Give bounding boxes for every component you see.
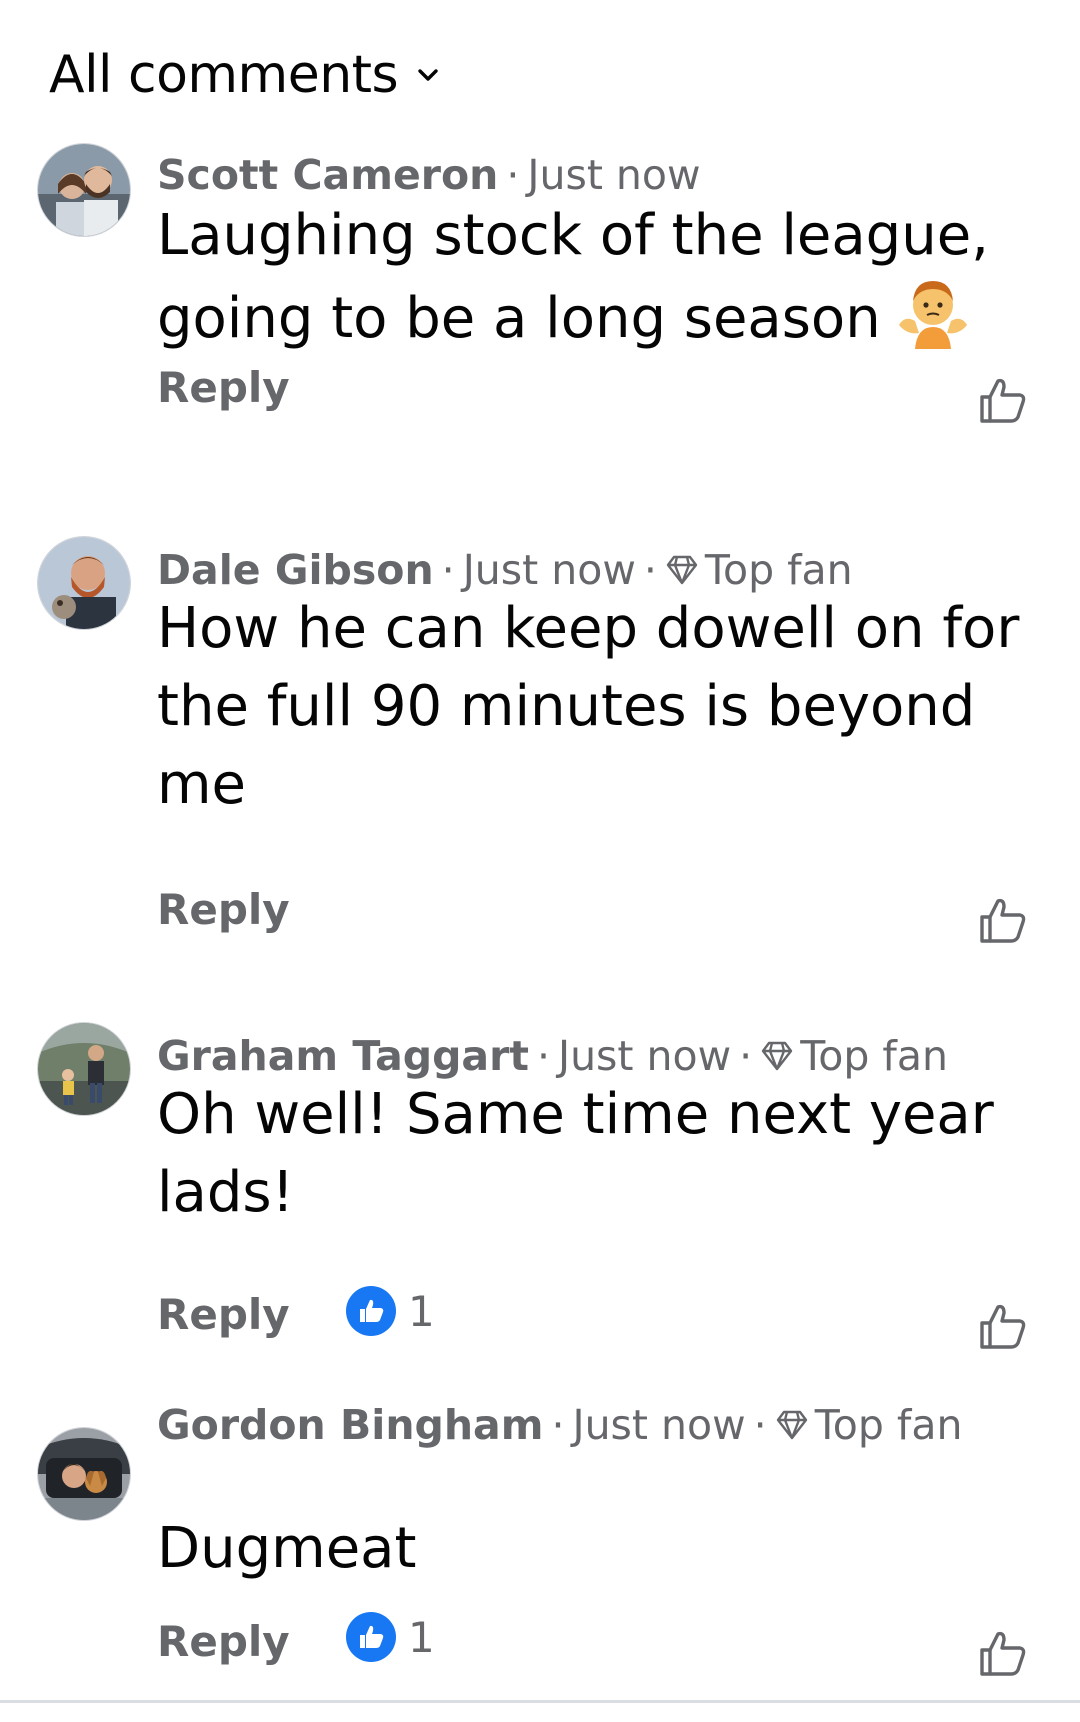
thumbs-up-outline-icon[interactable] bbox=[978, 895, 1028, 945]
author-name[interactable]: Graham Taggart bbox=[157, 1032, 529, 1080]
top-fan-badge: Top fan bbox=[800, 1032, 948, 1080]
comment-filter-dropdown[interactable]: All comments bbox=[49, 40, 440, 110]
thumbs-up-outline-icon[interactable] bbox=[978, 1628, 1028, 1678]
reaction-count: 1 bbox=[408, 1612, 435, 1662]
thumbs-up-outline-icon[interactable] bbox=[978, 1301, 1028, 1351]
reply-button[interactable]: Reply bbox=[157, 1290, 290, 1339]
comment-text: Laughing stock of the league, going to b… bbox=[157, 197, 1027, 358]
separator: · bbox=[441, 546, 455, 594]
comment-text: How he can keep dowell on for the full 9… bbox=[157, 596, 1020, 817]
reaction-summary[interactable]: 1 bbox=[346, 1286, 435, 1336]
separator: · bbox=[739, 1032, 753, 1080]
author-name[interactable]: Dale Gibson bbox=[157, 546, 434, 594]
person-shrugging-emoji bbox=[898, 281, 967, 349]
diamond-icon bbox=[776, 1410, 807, 1440]
timestamp[interactable]: Just now bbox=[558, 1032, 731, 1080]
comment-meta: Scott Cameron · Just now bbox=[157, 145, 701, 205]
diamond-icon bbox=[761, 1041, 793, 1071]
comment-body: Laughing stock of the league, going to b… bbox=[157, 203, 989, 351]
separator: · bbox=[753, 1401, 767, 1449]
comment-text: Dugmeat bbox=[157, 1516, 417, 1581]
chevron-down-icon bbox=[418, 69, 438, 81]
comment-meta: Gordon Bingham · Just now · Top fan bbox=[157, 1395, 962, 1455]
author-name[interactable]: Scott Cameron bbox=[157, 151, 498, 199]
avatar[interactable] bbox=[37, 1427, 131, 1521]
timestamp[interactable]: Just now bbox=[572, 1401, 745, 1449]
avatar[interactable] bbox=[37, 143, 131, 237]
separator: · bbox=[551, 1401, 565, 1449]
author-name[interactable]: Gordon Bingham bbox=[157, 1401, 543, 1449]
reply-button[interactable]: Reply bbox=[157, 363, 290, 412]
timestamp[interactable]: Just now bbox=[463, 546, 636, 594]
avatar[interactable] bbox=[37, 1022, 131, 1116]
separator: · bbox=[506, 151, 520, 199]
separator: · bbox=[536, 1032, 550, 1080]
divider bbox=[0, 1700, 1080, 1703]
thumbs-up-outline-icon[interactable] bbox=[978, 375, 1028, 425]
top-fan-badge: Top fan bbox=[814, 1401, 963, 1449]
timestamp[interactable]: Just now bbox=[527, 151, 700, 199]
reply-button[interactable]: Reply bbox=[157, 1617, 290, 1666]
comment-text: Oh well! Same time next year lads! bbox=[157, 1082, 994, 1225]
avatar[interactable] bbox=[37, 536, 131, 630]
reaction-count: 1 bbox=[408, 1286, 435, 1336]
comment-filter-label: All comments bbox=[49, 45, 399, 105]
separator: · bbox=[643, 546, 657, 594]
reply-button[interactable]: Reply bbox=[157, 885, 290, 934]
like-reaction-icon bbox=[346, 1612, 396, 1662]
top-fan-badge: Top fan bbox=[704, 546, 853, 594]
like-reaction-icon bbox=[346, 1286, 396, 1336]
reaction-summary[interactable]: 1 bbox=[346, 1612, 435, 1662]
diamond-icon bbox=[666, 555, 698, 585]
